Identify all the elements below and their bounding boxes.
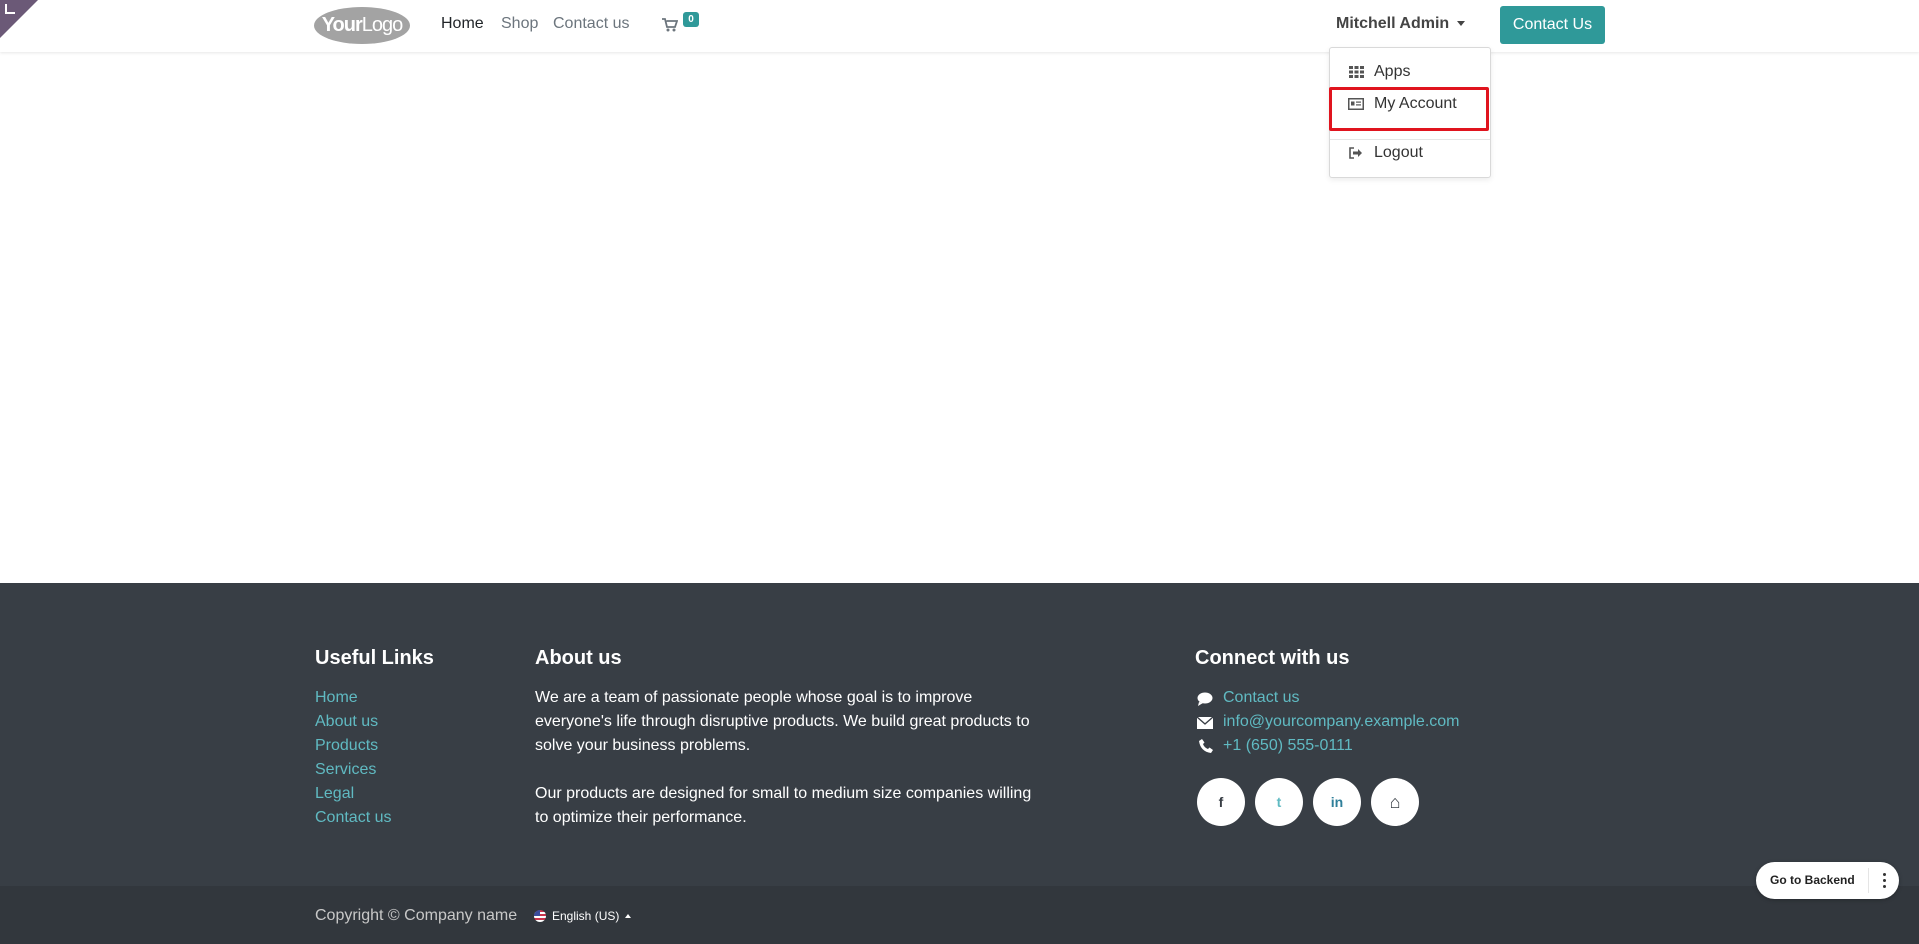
edit-corner-tab[interactable]	[0, 0, 38, 38]
user-menu-toggle[interactable]: Mitchell Admin	[1336, 15, 1466, 33]
user-name: Mitchell Admin	[1336, 15, 1450, 32]
logo-text: Logo	[361, 14, 403, 36]
logo-text-bold: Your	[321, 14, 363, 36]
connect-phone-link[interactable]: +1 (650) 555-0111	[1223, 737, 1353, 755]
useful-links-heading: Useful Links	[315, 647, 434, 669]
dropdown-item-label: Apps	[1374, 63, 1411, 80]
dropdown-item-label: Logout	[1374, 144, 1423, 161]
copyright-text: Copyright © Company name	[315, 907, 518, 924]
caret-down-icon	[1457, 21, 1466, 27]
footer-link-contact-us[interactable]: Contact us	[315, 809, 391, 827]
divider	[1868, 868, 1869, 893]
nav-shop[interactable]: Shop	[501, 15, 538, 33]
site-footer: Useful Links Home About us Products Serv…	[0, 583, 1919, 886]
apps-grid-icon	[1348, 65, 1364, 79]
dropdown-item-logout[interactable]: Logout	[1330, 139, 1490, 167]
highlight-box	[1329, 87, 1489, 131]
footer-link-services[interactable]: Services	[315, 761, 376, 779]
site-header: Your Logo Home Shop Contact us 0 Mitchell…	[0, 0, 1919, 52]
about-text-line: Our products are designed for small to m…	[535, 785, 1032, 802]
footer-link-legal[interactable]: Legal	[315, 785, 354, 803]
footer-link-about-us[interactable]: About us	[315, 713, 378, 731]
sign-out-icon	[1348, 146, 1364, 160]
cart-count-badge: 0	[683, 12, 699, 27]
connect-heading: Connect with us	[1195, 647, 1350, 669]
envelope-icon	[1197, 716, 1213, 729]
corner-arrow-icon	[5, 4, 15, 14]
more-options-icon[interactable]	[1872, 868, 1896, 893]
go-to-backend-button[interactable]: Go to Backend	[1770, 873, 1855, 887]
language-label: English (US)	[552, 909, 620, 923]
footer-link-products[interactable]: Products	[315, 737, 378, 755]
connect-contact-us-link[interactable]: Contact us	[1223, 689, 1299, 707]
us-flag-icon	[534, 910, 546, 922]
comment-icon	[1197, 692, 1213, 706]
site-logo[interactable]: Your Logo	[314, 7, 410, 44]
about-text-line: solve your business problems.	[535, 737, 751, 754]
copyright-bar: Copyright © Company name English (US)	[0, 886, 1919, 944]
caret-up-icon	[625, 914, 632, 918]
language-selector[interactable]: English (US)	[534, 909, 632, 923]
dropdown-item-apps[interactable]: Apps	[1330, 58, 1490, 86]
phone-icon	[1199, 739, 1213, 753]
about-us-heading: About us	[535, 647, 622, 669]
contact-us-button[interactable]: Contact Us	[1500, 6, 1605, 44]
about-text-line: We are a team of passionate people whose…	[535, 689, 973, 706]
shopping-cart-icon	[662, 18, 678, 32]
facebook-icon[interactable]: f	[1197, 778, 1245, 826]
about-text-line: everyone's life through disruptive produ…	[535, 713, 1030, 730]
nav-contact-us[interactable]: Contact us	[553, 15, 629, 33]
footer-link-home[interactable]: Home	[315, 689, 358, 707]
linkedin-icon[interactable]: in	[1313, 778, 1361, 826]
nav-home[interactable]: Home	[441, 15, 484, 33]
home-icon[interactable]: ⌂	[1371, 778, 1419, 826]
go-to-backend-widget: Go to Backend	[1756, 862, 1899, 899]
twitter-icon[interactable]: t	[1255, 778, 1303, 826]
connect-email-link[interactable]: info@yourcompany.example.com	[1223, 713, 1460, 731]
about-text-line: to optimize their performance.	[535, 809, 747, 826]
